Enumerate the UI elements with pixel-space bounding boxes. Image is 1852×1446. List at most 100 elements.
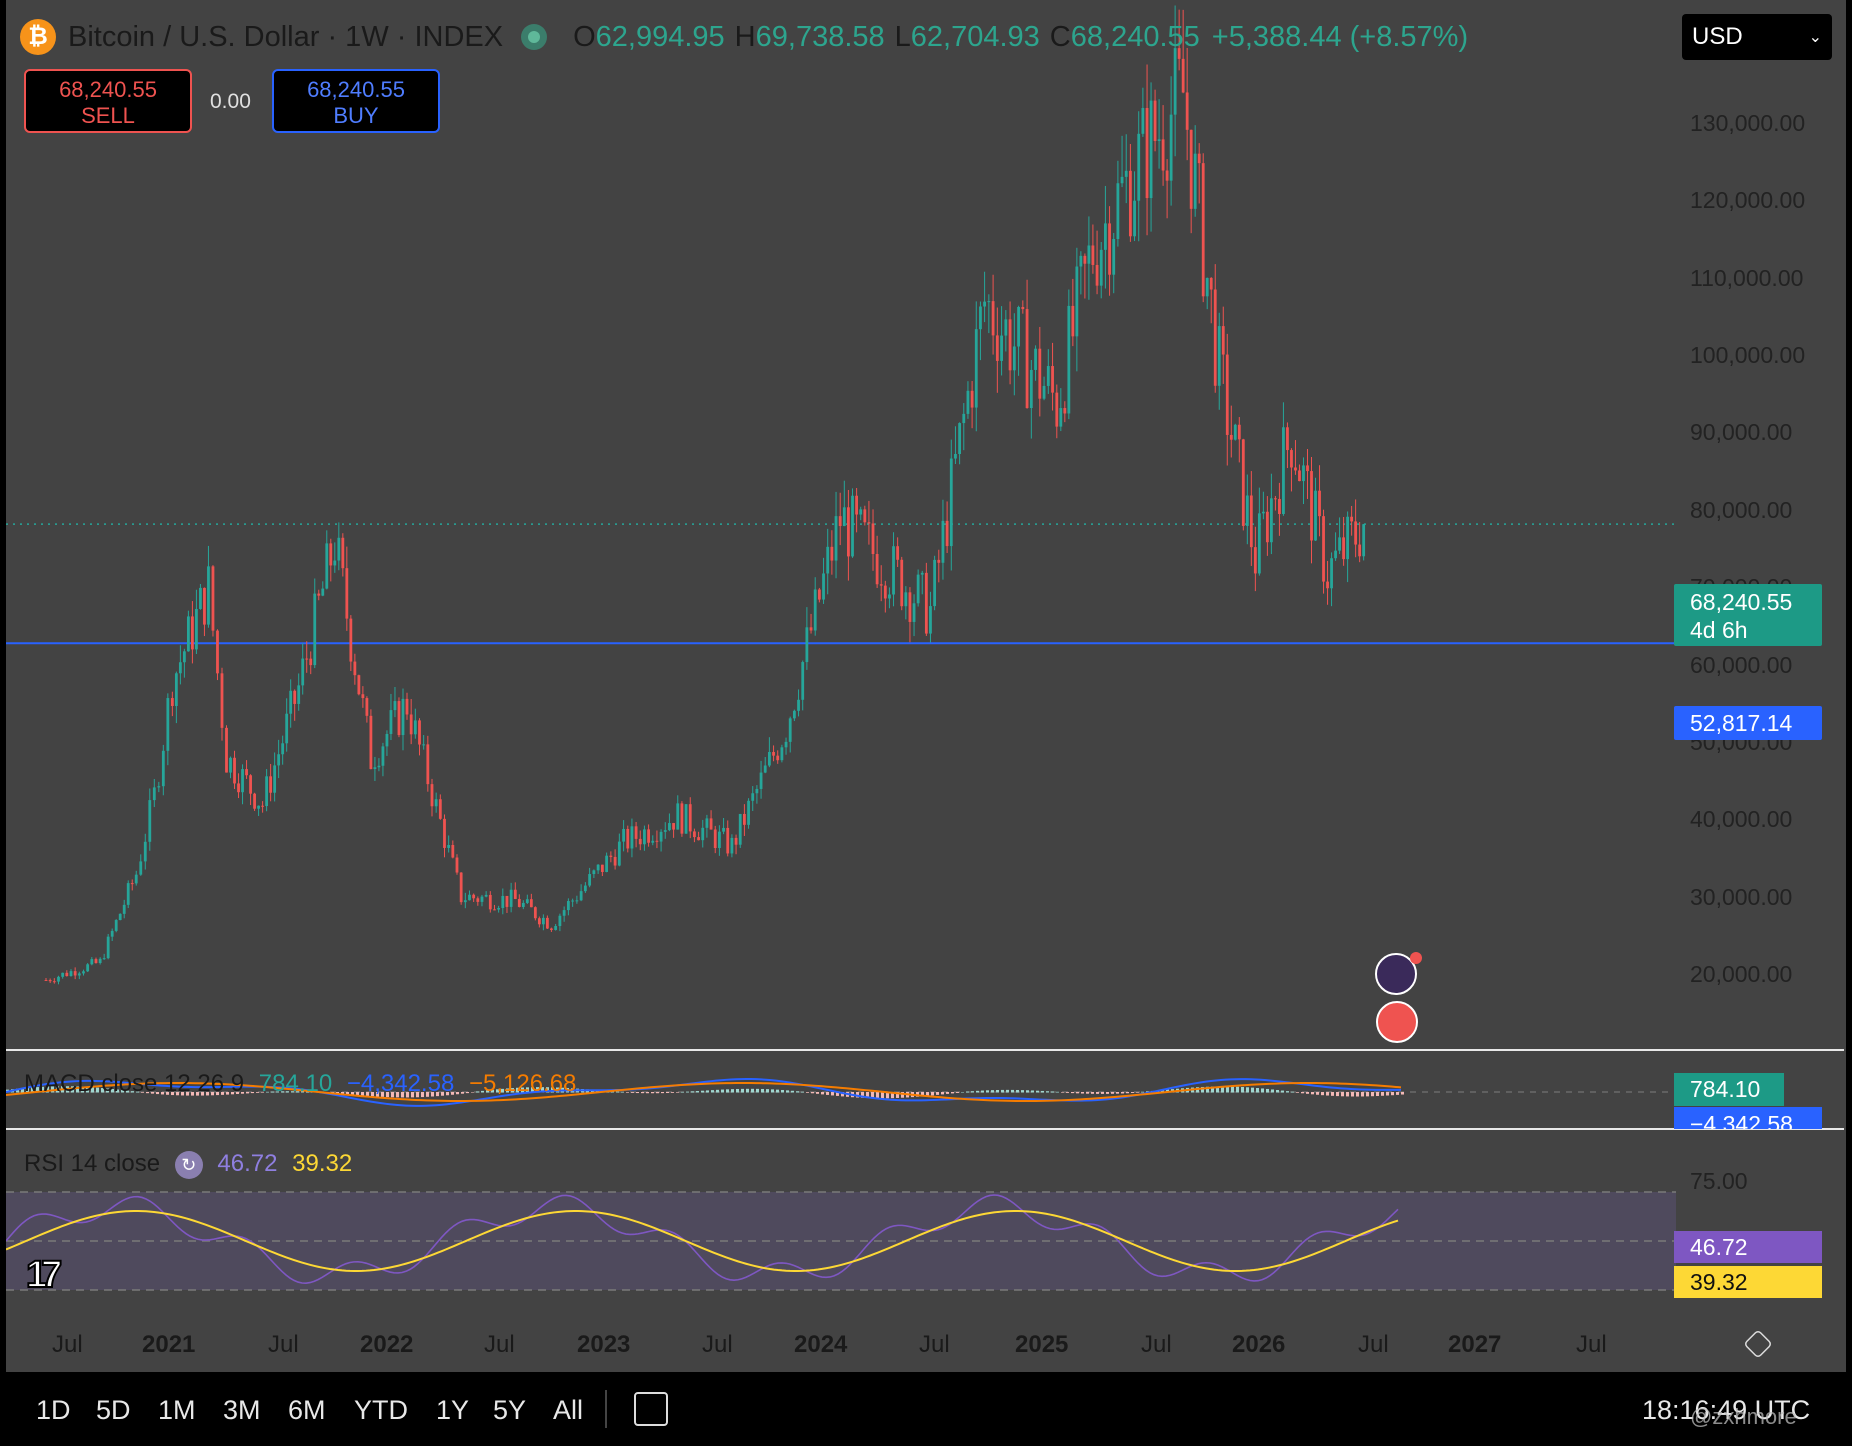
currency-select[interactable]: USD ⌄	[1682, 14, 1832, 60]
candle	[52, 978, 56, 984]
candle	[883, 580, 887, 613]
macd-histogram-bar	[1141, 1091, 1144, 1093]
macd-histogram-bar	[1346, 1092, 1349, 1097]
range-all-button[interactable]: All	[553, 1395, 583, 1426]
candle	[949, 439, 953, 571]
range-ytd-button[interactable]: YTD	[354, 1395, 408, 1426]
macd-histogram-bar	[666, 1092, 669, 1094]
candle	[225, 725, 228, 773]
macd-histogram-bar	[1311, 1092, 1314, 1095]
candle	[726, 820, 730, 857]
time-tick: 2023	[577, 1331, 631, 1358]
pane-separator[interactable]	[6, 1049, 1844, 1051]
macd-histogram-bar	[1381, 1092, 1384, 1096]
candle	[896, 537, 900, 567]
candle	[1120, 135, 1124, 188]
spread-value: 0.00	[210, 90, 251, 113]
candle	[493, 904, 496, 911]
macd-histogram-bar	[1276, 1090, 1279, 1093]
candle	[962, 403, 966, 451]
rsi-ma-tag: 39.32	[1674, 1266, 1822, 1298]
macd-histogram-bar	[796, 1091, 799, 1093]
macd-histogram-bar	[956, 1092, 959, 1093]
candle	[617, 833, 621, 867]
candle	[373, 756, 377, 782]
macd-histogram-bar	[821, 1092, 824, 1095]
rsi-legend[interactable]: RSI 14 close ↻ 46.72 39.32	[24, 1150, 352, 1179]
macd-histogram-bar	[686, 1091, 689, 1093]
candle	[1233, 423, 1237, 441]
candle	[451, 840, 455, 859]
candle	[668, 813, 671, 832]
range-1m-button[interactable]: 1M	[158, 1395, 196, 1426]
sell-label: SELL	[81, 103, 135, 128]
macd-histogram-bar	[996, 1089, 999, 1093]
candle	[1282, 402, 1285, 516]
candle	[459, 872, 463, 905]
candle	[1079, 251, 1083, 295]
time-tick: 2022	[360, 1331, 414, 1358]
market-status-icon[interactable]	[521, 24, 548, 50]
candle	[562, 906, 566, 922]
candle	[317, 589, 321, 601]
candle	[734, 834, 738, 855]
candle	[297, 673, 301, 711]
range-6m-button[interactable]: 6M	[288, 1395, 326, 1426]
candle	[991, 274, 995, 355]
refresh-icon[interactable]: ↻	[174, 1150, 203, 1179]
symbol-title[interactable]: Bitcoin / U.S. Dollar · 1W · INDEX	[68, 21, 503, 54]
macd-legend[interactable]: MACD close 12 26 9 784.10 −4,342.58 −5,1…	[24, 1070, 576, 1098]
range-1d-button[interactable]: 1D	[36, 1395, 71, 1426]
candle	[1153, 89, 1157, 152]
candle	[369, 709, 373, 770]
macd-histogram-bar	[1021, 1090, 1024, 1093]
range-1y-button[interactable]: 1Y	[436, 1395, 469, 1426]
macd-histogram-bar	[1231, 1086, 1234, 1093]
candle	[805, 607, 809, 670]
candle	[647, 824, 650, 847]
sell-button[interactable]: 68,240.55 SELL	[24, 69, 192, 133]
pane-separator[interactable]	[6, 1128, 1844, 1130]
macd-histogram-bar	[1371, 1092, 1374, 1097]
candle	[801, 660, 805, 711]
candle	[525, 894, 529, 905]
horizontal-line-price-tag[interactable]: 52,817.14	[1674, 706, 1822, 740]
candle	[1269, 473, 1273, 555]
candle	[161, 744, 165, 796]
calendar-icon[interactable]	[634, 1392, 668, 1426]
candle	[1095, 230, 1099, 295]
candle	[77, 971, 81, 980]
change-value: +5,388.44 (+8.57%)	[1211, 20, 1469, 53]
macd-histogram-bar	[791, 1090, 794, 1093]
candle	[1103, 185, 1107, 289]
candle	[1346, 511, 1350, 583]
macd-histogram-bar	[1036, 1090, 1039, 1093]
candle	[229, 756, 232, 779]
range-5d-button[interactable]: 5D	[96, 1395, 131, 1426]
macd-histogram-bar	[736, 1088, 739, 1093]
candle	[867, 500, 871, 545]
candle	[418, 718, 421, 756]
buy-price: 68,240.55	[307, 77, 405, 102]
tradingview-logo[interactable]: 17	[25, 1253, 63, 1297]
candle	[1253, 526, 1257, 592]
candle	[792, 709, 796, 722]
candle	[118, 913, 122, 921]
us-flag-event-icon	[1376, 1001, 1418, 1043]
range-5y-button[interactable]: 5Y	[493, 1395, 526, 1426]
buy-button[interactable]: 68,240.55 BUY	[272, 69, 440, 133]
candle	[1083, 253, 1087, 299]
candle	[1145, 64, 1149, 236]
range-3m-button[interactable]: 3M	[223, 1395, 261, 1426]
close-label: C	[1049, 20, 1071, 53]
macd-histogram-bar	[711, 1090, 714, 1093]
candle	[430, 778, 434, 817]
candle	[182, 648, 186, 678]
macd-histogram-bar	[811, 1092, 814, 1094]
candle	[285, 698, 289, 752]
macd-histogram-bar	[701, 1090, 704, 1093]
macd-histogram-bar	[651, 1092, 654, 1094]
macd-histogram-bar	[661, 1092, 664, 1094]
candle	[261, 801, 264, 813]
candle	[583, 882, 587, 893]
